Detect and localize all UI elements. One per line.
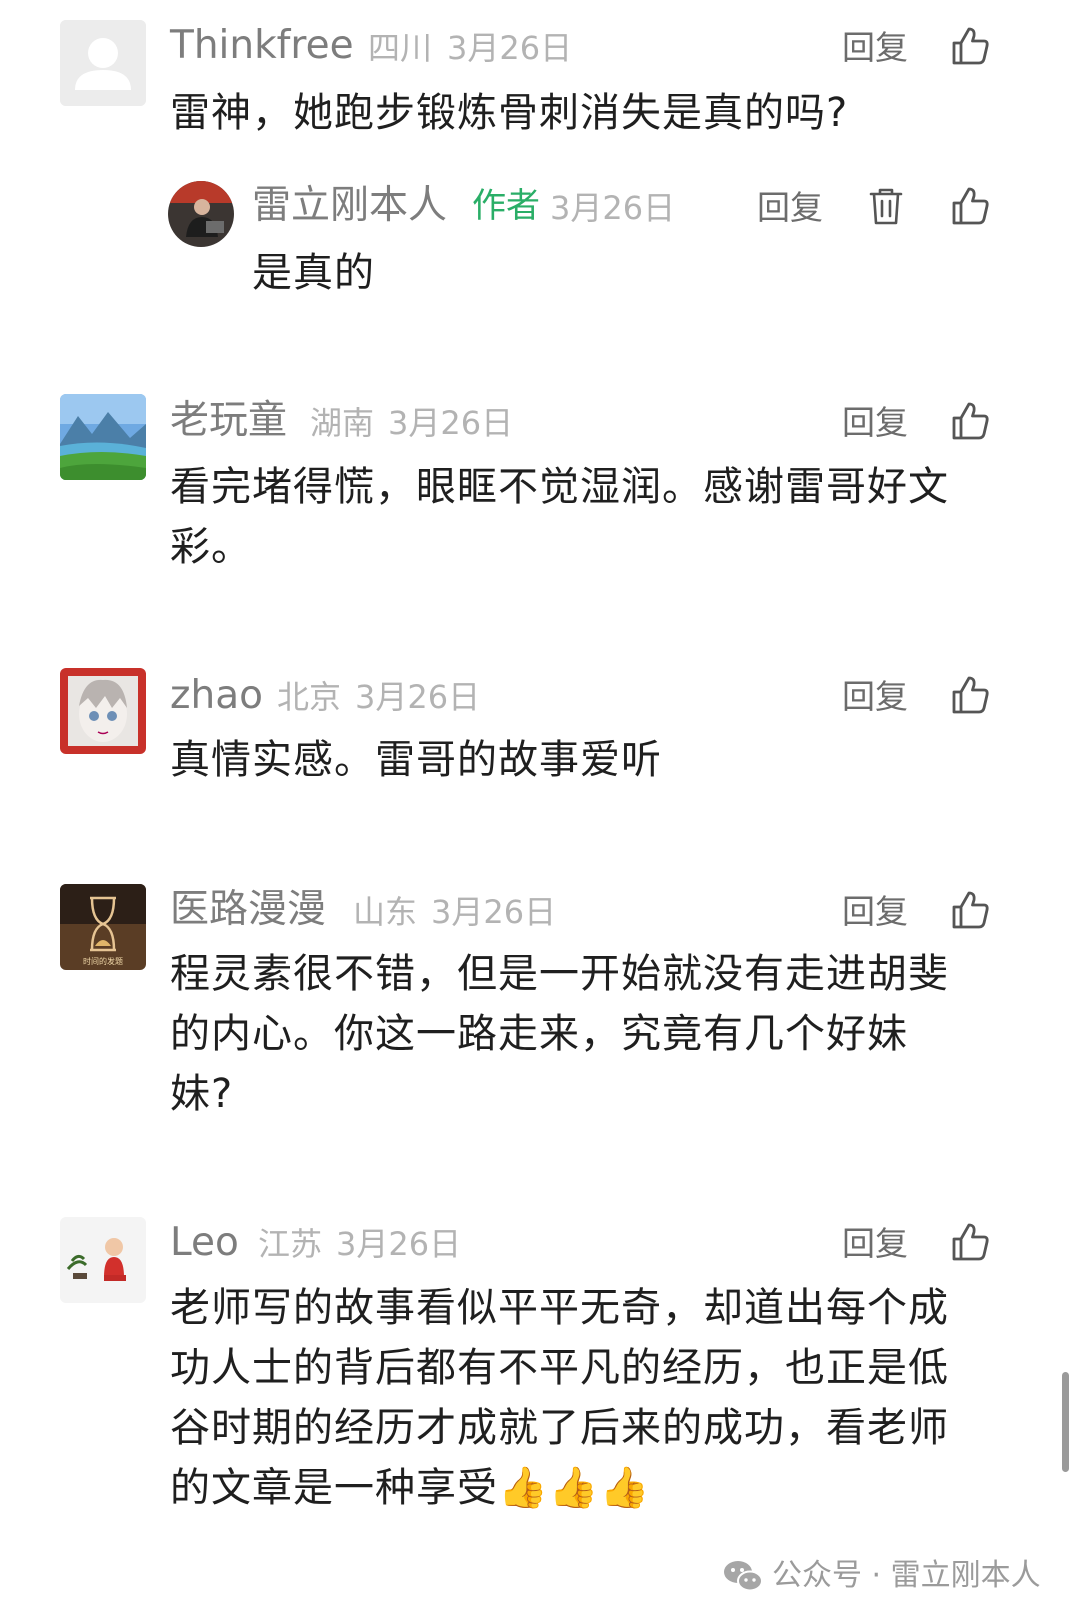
author-badge: 作者 (472, 186, 540, 226)
comment-date: 3月26日 (388, 404, 514, 442)
commenter-name[interactable]: 医路漫漫 (170, 886, 326, 934)
comment-date: 3月26日 (447, 29, 573, 67)
reply-button[interactable]: 回复 (842, 24, 908, 72)
thumbs-up-icon[interactable] (948, 24, 992, 68)
commenter-name[interactable]: Leo (170, 1219, 239, 1267)
thumbs-up-icon[interactable] (948, 673, 992, 717)
reply-button[interactable]: 回复 (757, 184, 823, 232)
reply-date: 3月26日 (550, 189, 676, 227)
wechat-icon (722, 1556, 764, 1596)
commenter-location: 山东 (353, 893, 418, 931)
thumbs-up-icon[interactable] (948, 399, 992, 443)
watermark-text: 公众号 · 雷立刚本人 (772, 1558, 1041, 1593)
reply-text: 是真的 (252, 250, 375, 296)
trash-icon[interactable] (864, 184, 908, 228)
comment-date: 3月26日 (431, 893, 557, 931)
commenter-name[interactable]: 老玩童 (170, 397, 287, 445)
comment-text: 程灵素很不错，但是一开始就没有走进胡斐的内心。你这一路走来，究竟有几个好妹妹? (170, 951, 949, 1117)
user-placeholder-icon (60, 20, 146, 106)
author-avatar[interactable] (168, 181, 234, 247)
reply-button[interactable]: 回复 (842, 1220, 908, 1268)
avatar-caption: 时间的发题 (83, 956, 123, 966)
thumbs-up-icon[interactable] (948, 184, 992, 228)
author-name[interactable]: 雷立刚本人 (252, 182, 447, 230)
commenter-location: 四川 (368, 29, 433, 67)
commenter-location: 湖南 (310, 404, 375, 442)
reply-button[interactable]: 回复 (842, 399, 908, 447)
anime-avatar[interactable] (60, 668, 146, 754)
comment-date: 3月26日 (336, 1225, 462, 1263)
reply-button[interactable]: 回复 (842, 888, 908, 936)
thumbs-up-icon[interactable] (948, 888, 992, 932)
hourglass-avatar[interactable]: 时间的发题 (60, 884, 146, 970)
comment-text: 真情实感。雷哥的故事爱听 (170, 737, 662, 783)
commenter-name[interactable]: Thinkfree (170, 22, 354, 70)
comment-text: 雷神，她跑步锻炼骨刺消失是真的吗? (170, 90, 849, 136)
comment-date: 3月26日 (355, 678, 481, 716)
commenter-name[interactable]: zhao (170, 672, 263, 720)
comment-text: 看完堵得慌，眼眶不觉湿润。感谢雷哥好文彩。 (170, 464, 949, 570)
landscape-avatar[interactable] (60, 394, 146, 480)
commenter-location: 江苏 (258, 1225, 323, 1263)
reply-button[interactable]: 回复 (842, 673, 908, 721)
scrollbar[interactable] (1062, 1372, 1069, 1472)
thumbs-up-icon[interactable] (948, 1220, 992, 1264)
baby-avatar[interactable] (60, 1217, 146, 1303)
commenter-location: 北京 (277, 678, 342, 716)
comment-text: 老师写的故事看似平平无奇，却道出每个成功人士的背后都有不平凡的经历，也正是低谷时… (170, 1285, 949, 1511)
default-avatar[interactable] (60, 20, 146, 106)
